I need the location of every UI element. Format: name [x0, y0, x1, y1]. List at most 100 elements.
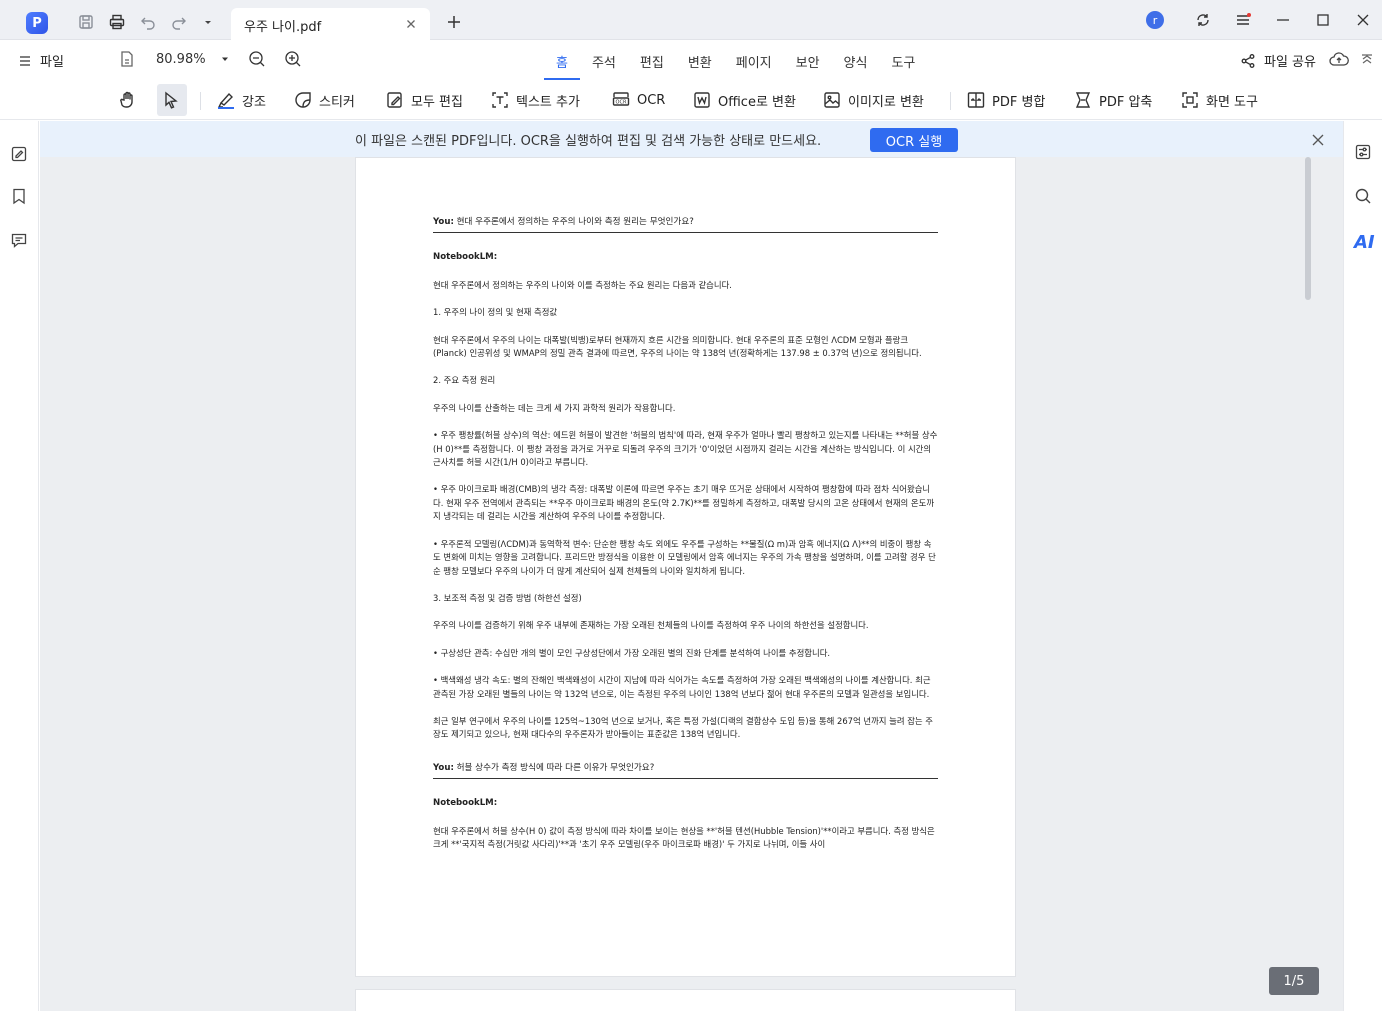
maximize-icon[interactable]	[1314, 11, 1332, 29]
zoom-value[interactable]: 80.98%	[156, 52, 206, 67]
bullet-paragraph: • 우주 팽창률(허블 상수)의 역산: 에드윈 허블이 발견한 '허블의 법칙…	[433, 430, 938, 468]
edit-all-label: 모두 편집	[411, 94, 463, 110]
share-icon	[1241, 53, 1255, 68]
merge-pdf-label: PDF 병합	[992, 94, 1046, 110]
zoom-dropdown-icon[interactable]	[220, 54, 230, 64]
bullet-paragraph: • 우주 마이크로파 배경(CMB)의 냉각 측정: 대폭발 이론에 따르면 우…	[433, 484, 935, 522]
app-logo-icon[interactable]: P	[26, 12, 48, 34]
hand-icon	[120, 91, 133, 108]
run-ocr-button[interactable]: OCR 실행	[870, 128, 958, 152]
section-heading: 3. 보조적 측정 및 검증 방법 (하한선 설정)	[433, 592, 582, 603]
tab-tools[interactable]: 도구	[879, 52, 927, 74]
file-menu-button[interactable]: 파일	[18, 51, 64, 70]
share-file-button[interactable]: 파일 공유	[1240, 51, 1316, 70]
redo-icon[interactable]	[169, 12, 189, 32]
screen-tool-label: 화면 도구	[1206, 94, 1258, 110]
edit-document-icon	[387, 92, 402, 108]
bookmark-icon[interactable]	[10, 187, 28, 205]
cloud-upload-icon[interactable]	[1329, 51, 1349, 69]
question-1: You: 현대 우주론에서 정의하는 우주의 나이와 측정 원리는 무엇인가요?	[433, 216, 938, 234]
ai-assistant-icon[interactable]: AI	[1352, 231, 1375, 253]
close-window-icon[interactable]	[1354, 11, 1372, 29]
close-tab-icon[interactable]	[404, 16, 418, 30]
sync-icon[interactable]	[1194, 11, 1212, 29]
convert-to-image-button[interactable]: 이미지로 변환	[822, 88, 924, 112]
compress-pdf-label: PDF 압축	[1099, 94, 1153, 110]
ocr-button[interactable]: OCR OCR	[611, 88, 665, 112]
bullet-paragraph: • 백색왜성 냉각 속도: 별의 잔해인 백색왜성이 시간이 지남에 따라 식어…	[433, 675, 931, 699]
tab-annotate[interactable]: 주석	[580, 52, 628, 74]
bullet-paragraph: • 우주론적 모델링(ΛCDM)과 동역학적 변수: 단순한 팽창 속도 외에도…	[433, 538, 936, 576]
pdf-page-next[interactable]	[355, 989, 1016, 1011]
sticker-icon	[295, 92, 311, 108]
close-notification-icon[interactable]	[1311, 132, 1325, 146]
page-view-icon[interactable]	[118, 50, 136, 68]
document-tab[interactable]: 우주 나이.pdf	[231, 8, 430, 40]
zoom-out-icon[interactable]	[248, 50, 266, 68]
page-indicator[interactable]: 1/5	[1269, 967, 1319, 995]
screen-tool-button[interactable]: 화면 도구	[1180, 88, 1258, 112]
ocr-icon: OCR	[612, 92, 630, 106]
highlight-button[interactable]: 강조	[216, 88, 266, 112]
minimize-icon[interactable]	[1274, 11, 1292, 29]
tab-forms[interactable]: 양식	[832, 52, 880, 74]
zoom-in-icon[interactable]	[284, 50, 302, 68]
home-toolbar: 강조 스티커 모두 편집 텍스트 추가 OCR OCR Office로 변환 이…	[0, 80, 1382, 120]
merge-icon	[967, 92, 985, 108]
word-file-icon	[694, 92, 710, 108]
collapse-ribbon-icon[interactable]	[1360, 51, 1374, 65]
thumbnail-icon[interactable]	[10, 145, 28, 163]
ocr-notification-message: 이 파일은 스캔된 PDF입니다. OCR을 실행하여 편집 및 검색 가능한 …	[355, 134, 822, 149]
convert-to-office-label: Office로 변환	[718, 94, 796, 110]
hand-tool-button[interactable]	[118, 88, 138, 112]
add-text-icon	[492, 92, 508, 108]
sticker-button[interactable]: 스티커	[293, 88, 355, 112]
tab-convert[interactable]: 변환	[676, 52, 724, 74]
menu-row: 파일 80.98% 홈 주석 편집 변환 페이지 보안 양식 도구 파일 공유	[0, 40, 1382, 80]
merge-pdf-button[interactable]: PDF 병합	[966, 88, 1045, 112]
paragraph: 현대 우주론에서 우주의 나이는 대폭발(빅뱅)로부터 현재까지 흐른 시간을 …	[433, 334, 922, 359]
pdf-page[interactable]: You: 현대 우주론에서 정의하는 우주의 나이와 측정 원리는 무엇인가요?…	[355, 157, 1016, 977]
right-sidebar: AI	[1343, 121, 1382, 1011]
convert-to-office-button[interactable]: Office로 변환	[692, 88, 796, 112]
document-tab-title: 우주 나이.pdf	[244, 20, 322, 35]
answer-label: NotebookLM:	[433, 252, 498, 263]
edit-all-button[interactable]: 모두 편집	[385, 88, 463, 112]
paragraph: 최근 일부 연구에서 우주의 나이를 125억~130억 년으로 보거나, 혹은…	[433, 715, 933, 740]
undo-icon[interactable]	[138, 12, 158, 32]
comment-icon[interactable]	[10, 231, 28, 249]
toolbar-divider	[950, 92, 951, 110]
share-file-label: 파일 공유	[1264, 55, 1316, 70]
bullet-paragraph: • 구상성단 관측: 수십만 개의 별이 모인 구상성단에서 가장 오래된 별의…	[433, 647, 831, 658]
search-icon[interactable]	[1354, 187, 1372, 205]
page-content: You: 현대 우주론에서 정의하는 우주의 나이와 측정 원리는 무엇인가요?…	[433, 216, 938, 865]
section-heading: 2. 주요 측정 원리	[433, 375, 496, 386]
screen-capture-icon	[1182, 92, 1198, 108]
file-menu-label: 파일	[40, 55, 64, 70]
menu-icon[interactable]	[1234, 11, 1252, 29]
tab-home[interactable]: 홈	[544, 52, 580, 80]
toolbar-divider	[200, 92, 201, 110]
tab-edit[interactable]: 편집	[628, 52, 676, 74]
user-avatar[interactable]: r	[1146, 11, 1164, 29]
document-viewer: 이 파일은 스캔된 PDF입니다. OCR을 실행하여 편집 및 검색 가능한 …	[40, 121, 1343, 1011]
highlight-label: 강조	[242, 94, 266, 110]
properties-icon[interactable]	[1354, 143, 1372, 161]
tab-security[interactable]: 보안	[784, 52, 832, 74]
select-tool-button[interactable]	[157, 84, 187, 116]
new-tab-icon[interactable]	[444, 12, 464, 32]
question-2: You: 허블 상수가 측정 방식에 따라 다른 이유가 무엇인가요?	[433, 762, 938, 780]
left-sidebar	[0, 121, 39, 1011]
question-text: 현대 우주론에서 정의하는 우주의 나이와 측정 원리는 무엇인가요?	[453, 217, 694, 227]
main-tabs: 홈 주석 편집 변환 페이지 보안 양식 도구	[544, 52, 927, 80]
svg-text:OCR: OCR	[616, 100, 627, 106]
save-icon[interactable]	[76, 12, 96, 32]
print-icon[interactable]	[107, 12, 127, 32]
add-text-button[interactable]: 텍스트 추가	[490, 88, 580, 112]
tab-page[interactable]: 페이지	[724, 52, 784, 74]
question-label: You:	[433, 762, 454, 773]
compress-pdf-button[interactable]: PDF 압축	[1073, 88, 1152, 112]
question-label: You:	[433, 217, 454, 227]
quick-access-dropdown-icon[interactable]	[198, 12, 218, 32]
vertical-scrollbar[interactable]	[1305, 157, 1311, 300]
